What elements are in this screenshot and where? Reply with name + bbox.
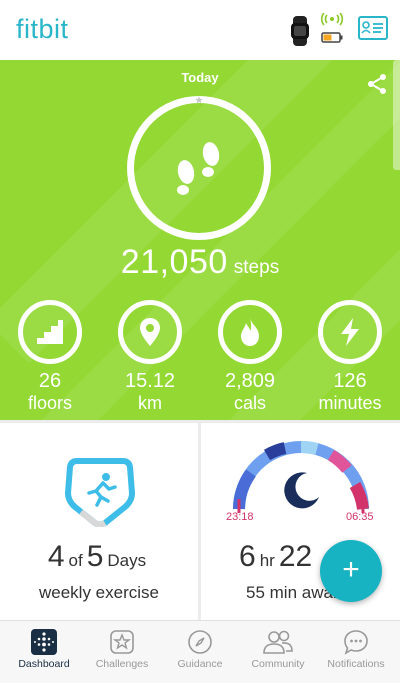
steps-total: 21,050 steps [0, 243, 400, 282]
stairs-icon [37, 320, 63, 344]
nav-community-label: Community [251, 658, 305, 670]
location-pin-icon [140, 318, 160, 346]
share-icon[interactable] [365, 72, 389, 96]
floors-ring [18, 300, 82, 364]
sleep-end-time: 06:35 [346, 511, 374, 523]
calories-ring [218, 300, 282, 364]
exercise-period: Days [107, 551, 147, 570]
chat-bubble-icon [343, 629, 369, 655]
nav-guidance[interactable]: Guidance [160, 621, 240, 683]
floors-unit: floors [27, 393, 72, 413]
active-minutes-ring [318, 300, 382, 364]
distance-ring [118, 300, 182, 364]
dashboard-icon [31, 629, 57, 655]
fitbit-logo: fitbit [16, 14, 69, 44]
bottom-nav: Dashboard Challenges Guidance Community … [0, 620, 400, 683]
exercise-of: of [68, 551, 83, 570]
tracker-device-icon[interactable] [288, 16, 312, 46]
people-icon [261, 629, 295, 655]
nav-dashboard-label: Dashboard [18, 658, 70, 670]
nav-dashboard[interactable]: Dashboard [4, 621, 84, 683]
exercise-count: 4 [47, 540, 65, 573]
steps-value: 21,050 [120, 243, 228, 281]
goal-star-icon [195, 96, 203, 104]
stat-active-minutes[interactable]: 126 minutes [315, 300, 385, 414]
calories-value: 2,809 [224, 370, 276, 392]
activity-summary: Today 21,050 steps 26 floors 15.12 km 2,… [0, 60, 400, 420]
exercise-goal: 5 [86, 540, 104, 573]
sleep-start-time: 23:18 [226, 511, 254, 523]
calories-unit: cals [233, 393, 266, 413]
stat-distance[interactable]: 15.12 km [115, 300, 185, 414]
exercise-tile[interactable]: 4 of 5 Days weekly exercise [0, 423, 198, 620]
steps-unit: steps [233, 257, 280, 278]
moon-icon [284, 472, 319, 509]
nav-community[interactable]: Community [238, 621, 318, 683]
sleep-duration: 6 hr 22 [239, 540, 312, 574]
nav-notifications[interactable]: Notifications [316, 621, 396, 683]
sleep-hours-unit: hr [259, 551, 275, 570]
floors-value: 26 [38, 370, 62, 392]
profile-card-icon[interactable] [358, 16, 388, 40]
nav-guidance-label: Guidance [177, 658, 223, 670]
lightning-icon [341, 318, 359, 346]
active-minutes-value: 126 [333, 370, 367, 392]
compass-icon [187, 629, 213, 655]
flame-icon [241, 318, 259, 346]
exercise-progress: 4 of 5 Days [0, 540, 198, 574]
stat-calories[interactable]: 2,809 cals [215, 300, 285, 414]
period-label: Today [181, 70, 219, 85]
app-header: fitbit [0, 0, 400, 60]
footprints-icon [177, 142, 220, 195]
nav-notifications-label: Notifications [327, 658, 385, 670]
stat-floors[interactable]: 26 floors [15, 300, 85, 414]
nav-challenges-label: Challenges [95, 658, 149, 670]
active-minutes-unit: minutes [318, 393, 382, 413]
distance-value: 15.12 [124, 370, 176, 392]
exercise-goal-icon [64, 458, 136, 527]
sync-battery-icon[interactable] [320, 13, 344, 45]
sleep-hours: 6 [239, 540, 256, 573]
add-entry-button[interactable]: + [320, 540, 382, 602]
sleep-minutes: 22 [278, 540, 313, 573]
distance-unit: km [138, 393, 162, 413]
exercise-label: weekly exercise [39, 583, 159, 602]
nav-challenges[interactable]: Challenges [82, 621, 162, 683]
star-badge-icon [109, 629, 135, 655]
